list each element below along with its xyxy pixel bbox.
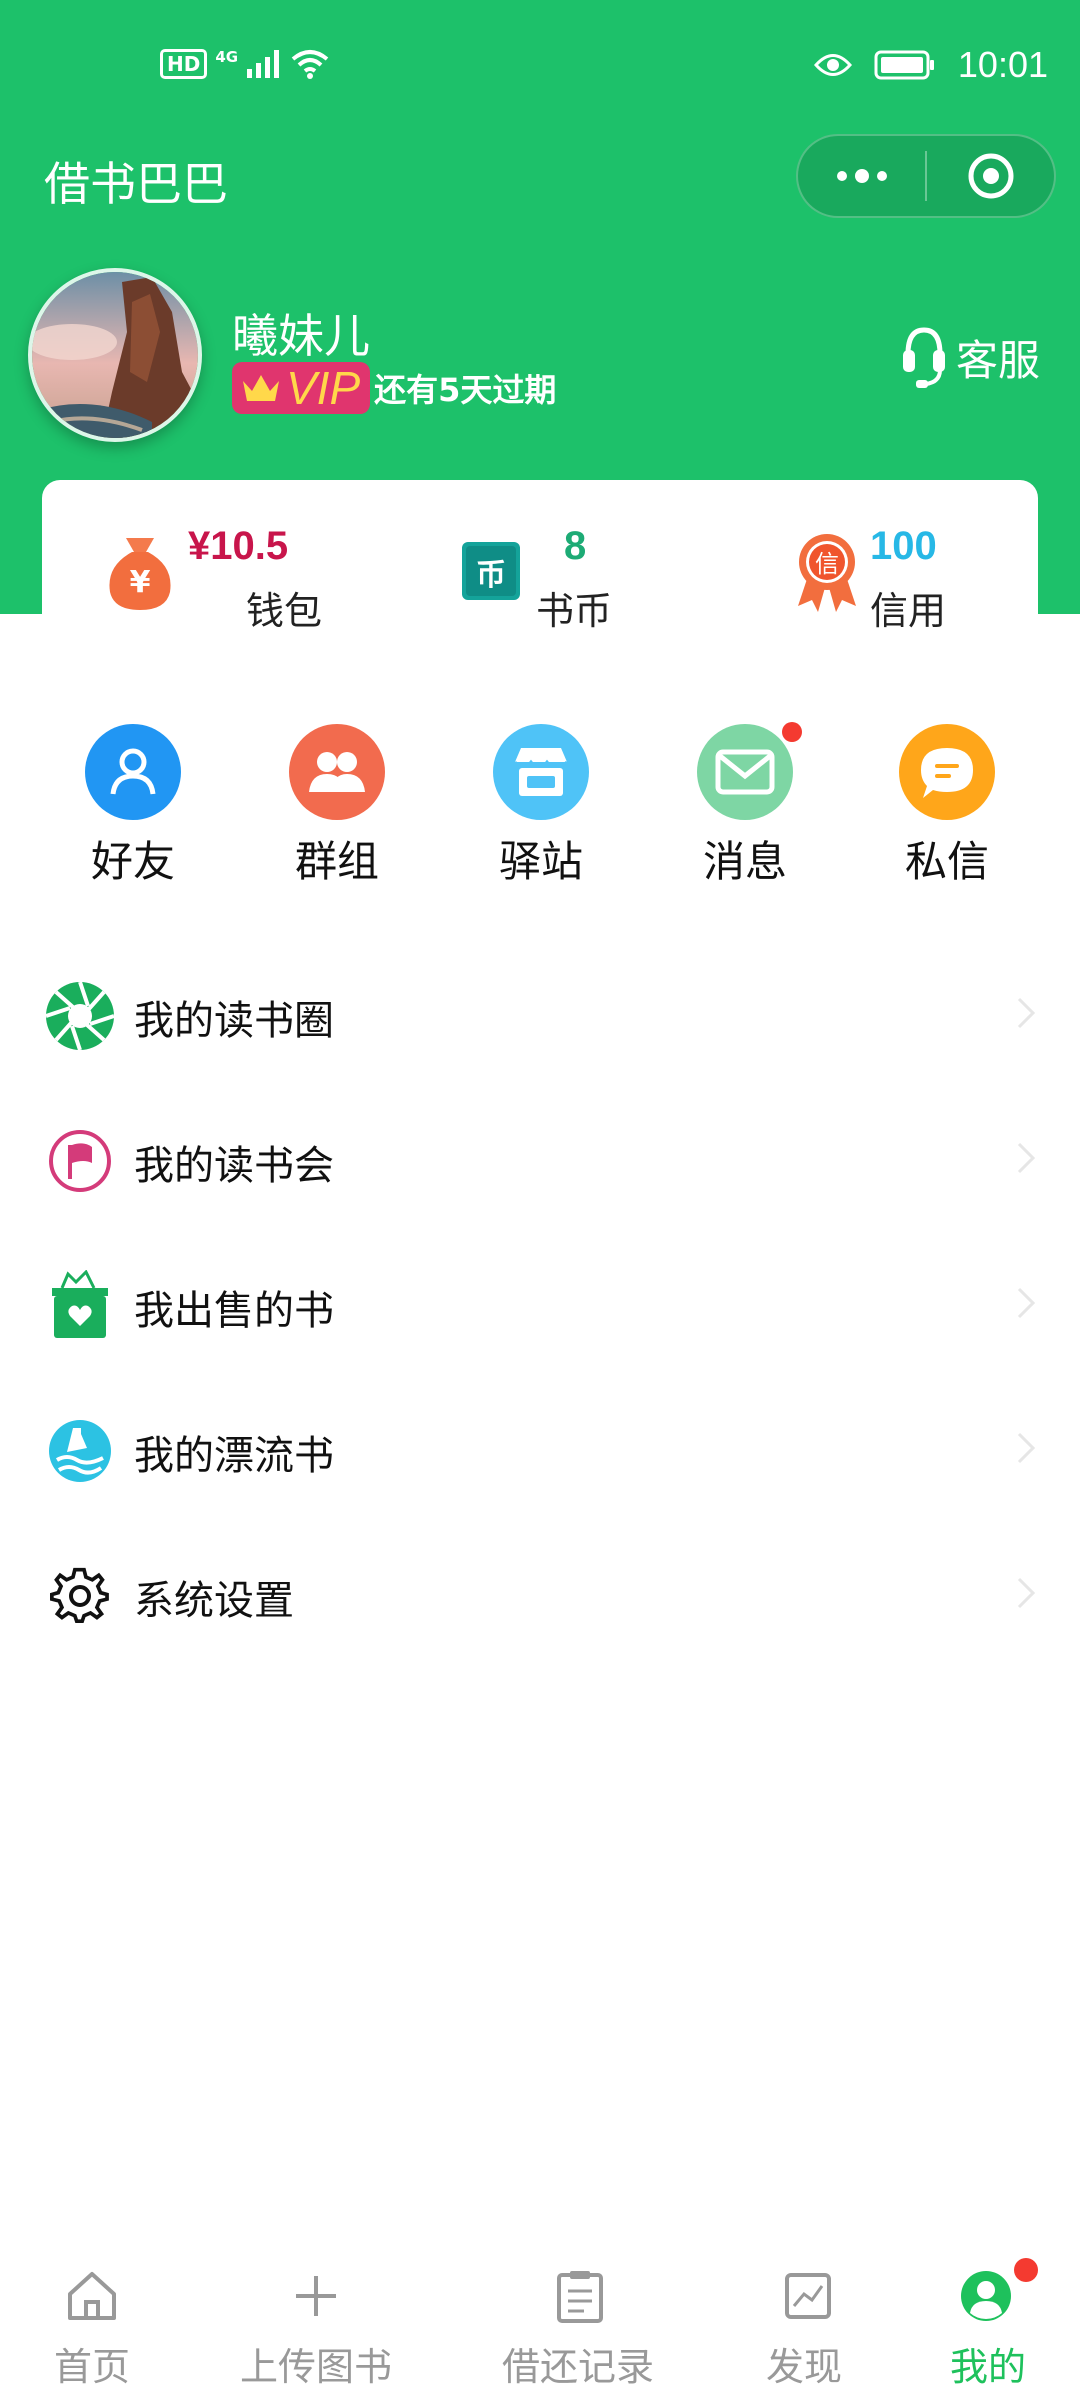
status-bar: HD 4G 10:01	[0, 0, 1080, 132]
user-icon	[958, 2268, 1014, 2324]
station-button[interactable]: 驿站	[460, 724, 620, 886]
credit-medal-icon: 信	[798, 534, 856, 612]
friends-label: 好友	[90, 837, 175, 886]
nav-home[interactable]: 首页	[40, 2252, 150, 2400]
page-title: 借书巴巴	[44, 157, 228, 211]
plus-icon	[288, 2268, 344, 2324]
customer-service-button[interactable]: 客服	[902, 324, 1040, 390]
credit-value: 100	[870, 524, 937, 568]
groups-label: 群组	[294, 837, 379, 886]
status-right: 10:01	[813, 44, 1048, 86]
wallet-label: 钱包	[246, 589, 323, 633]
vip-status[interactable]: VIP 还有5天过期	[232, 362, 556, 414]
menu-label: 我的读书会	[134, 1143, 334, 1189]
headset-icon	[902, 327, 945, 388]
nav-label: 首页	[54, 2345, 131, 2389]
chevron-right-icon	[1017, 1287, 1036, 1319]
menu-item-books-for-sale[interactable]: 我出售的书	[0, 1230, 1080, 1375]
gear-icon	[44, 1560, 116, 1632]
menu-item-drift-books[interactable]: 我的漂流书	[0, 1375, 1080, 1520]
gift-box-icon	[44, 1270, 116, 1342]
wallet-stat[interactable]: ¥ ¥10.5 钱包	[102, 480, 322, 633]
hd-badge: HD	[160, 49, 208, 79]
chevron-right-icon	[1017, 1432, 1036, 1464]
clipboard-icon	[552, 2268, 608, 2324]
vip-badge: VIP	[232, 362, 371, 414]
more-dots-icon	[836, 169, 887, 183]
chevron-right-icon	[1017, 1577, 1036, 1609]
private-message-button[interactable]: 私信	[866, 724, 1026, 886]
menu-label: 我的读书圈	[134, 998, 334, 1044]
svg-text:币: 币	[476, 558, 506, 593]
mine-notification-dot	[1014, 2258, 1038, 2282]
groups-button[interactable]: 群组	[256, 724, 416, 886]
coin-book-icon: 币	[462, 542, 520, 600]
clock: 10:01	[957, 44, 1048, 85]
nav-label: 借还记录	[502, 2345, 655, 2389]
wallet-value: ¥10.5	[188, 524, 289, 568]
drift-bottle-icon	[44, 1415, 116, 1487]
avatar-image	[32, 272, 198, 438]
nav-records[interactable]: 借还记录	[500, 2252, 660, 2400]
coin-stat[interactable]: 币 8 书币	[460, 480, 660, 633]
chevron-right-icon	[1017, 1142, 1036, 1174]
crown-icon	[243, 375, 279, 401]
mail-icon	[697, 724, 793, 820]
nav-label: 我的	[950, 2345, 1027, 2389]
coin-label: 书币	[536, 589, 613, 633]
home-icon	[64, 2268, 120, 2324]
nav-label: 上传图书	[240, 2345, 393, 2389]
aperture-icon	[44, 980, 116, 1052]
status-left: HD 4G	[160, 48, 330, 80]
vip-expire-text: 还有5天过期	[374, 371, 557, 409]
username: 曦妹儿	[232, 309, 370, 363]
messages-label: 消息	[702, 837, 787, 886]
flag-icon	[44, 1125, 116, 1197]
menu-label: 我的漂流书	[134, 1433, 334, 1479]
friends-button[interactable]: 好友	[52, 724, 212, 886]
close-button[interactable]	[927, 136, 1054, 216]
mini-program-capsule	[796, 134, 1056, 218]
nav-label: 发现	[766, 2345, 843, 2389]
bottom-nav: 首页 上传图书 借还记录 发现 我的	[0, 2252, 1080, 2400]
svg-text:信: 信	[815, 550, 839, 578]
person-icon	[85, 724, 181, 820]
menu-label: 系统设置	[134, 1578, 294, 1624]
signal-icon	[247, 50, 280, 78]
service-label: 客服	[955, 335, 1040, 385]
stats-card: ¥ ¥10.5 钱包 币 8 书币 信 100 信用	[42, 480, 1038, 633]
private-message-label: 私信	[904, 837, 989, 886]
menu-label: 我出售的书	[134, 1288, 334, 1334]
svg-text:¥: ¥	[130, 565, 151, 600]
group-icon	[289, 724, 385, 820]
nav-discover[interactable]: 发现	[760, 2252, 860, 2400]
network-type: 4G	[215, 48, 239, 66]
battery-icon	[874, 50, 934, 80]
chevron-right-icon	[1017, 997, 1036, 1029]
message-notification-dot	[782, 722, 802, 742]
chart-icon	[780, 2268, 836, 2324]
credit-label: 信用	[870, 589, 947, 633]
station-label: 驿站	[498, 837, 583, 886]
menu-item-settings[interactable]: 系统设置	[0, 1520, 1080, 1665]
messages-button[interactable]: 消息	[664, 722, 824, 886]
store-icon	[493, 724, 589, 820]
menu-item-reading-circle[interactable]: 我的读书圈	[0, 940, 1080, 1085]
chat-bubble-icon	[899, 724, 995, 820]
eye-icon	[813, 54, 852, 76]
credit-stat[interactable]: 信 100 信用	[794, 480, 1014, 633]
money-bag-icon: ¥	[109, 538, 171, 610]
coin-value: 8	[564, 524, 587, 568]
more-button[interactable]	[798, 136, 925, 216]
menu-item-reading-club[interactable]: 我的读书会	[0, 1085, 1080, 1230]
vip-label: VIP	[286, 362, 361, 414]
nav-mine[interactable]: 我的	[936, 2252, 1046, 2400]
target-close-icon	[968, 153, 1013, 199]
nav-upload[interactable]: 上传图书	[236, 2252, 396, 2400]
avatar[interactable]	[28, 268, 202, 442]
wifi-icon	[291, 50, 329, 79]
